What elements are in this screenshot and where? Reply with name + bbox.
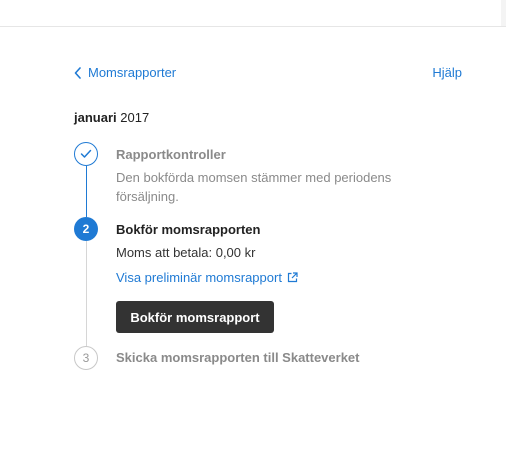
preliminary-report-link[interactable]: Visa preliminär momsrapport (116, 270, 298, 285)
top-bar-corner (501, 0, 506, 26)
help-link[interactable]: Hjälp (432, 65, 462, 80)
step-2-indicator: 2 (74, 217, 98, 241)
period-year: 2017 (120, 110, 150, 125)
top-bar (0, 0, 506, 27)
step-2-title: Bokför momsrapporten (116, 222, 261, 237)
checkmark-icon (80, 149, 92, 158)
step-3-number: 3 (82, 351, 90, 365)
step-3-title: Skicka momsrapporten till Skatteverket (116, 350, 360, 365)
step-3-indicator: 3 (74, 346, 98, 370)
step-1-indicator (74, 142, 98, 166)
step-1-title: Rapportkontroller (116, 147, 226, 162)
step-2-number: 2 (82, 222, 90, 236)
step-connector-1 (86, 166, 87, 217)
post-vat-report-button[interactable]: Bokför momsrapport (116, 301, 274, 333)
vat-amount-text: Moms att betala: 0,00 kr (116, 245, 256, 260)
step-connector-2 (86, 241, 87, 346)
chevron-left-icon (74, 66, 81, 79)
back-link-label: Momsrapporter (88, 65, 177, 80)
external-link-icon (287, 272, 298, 283)
step-1-description: Den bokförda momsen stämmer med perioden… (116, 170, 392, 204)
period-month: januari (74, 110, 117, 125)
period-heading: januari 2017 (74, 110, 149, 125)
back-to-momsrapporter-link[interactable]: Momsrapporter (74, 65, 176, 80)
preliminary-report-link-label: Visa preliminär momsrapport (116, 270, 282, 285)
